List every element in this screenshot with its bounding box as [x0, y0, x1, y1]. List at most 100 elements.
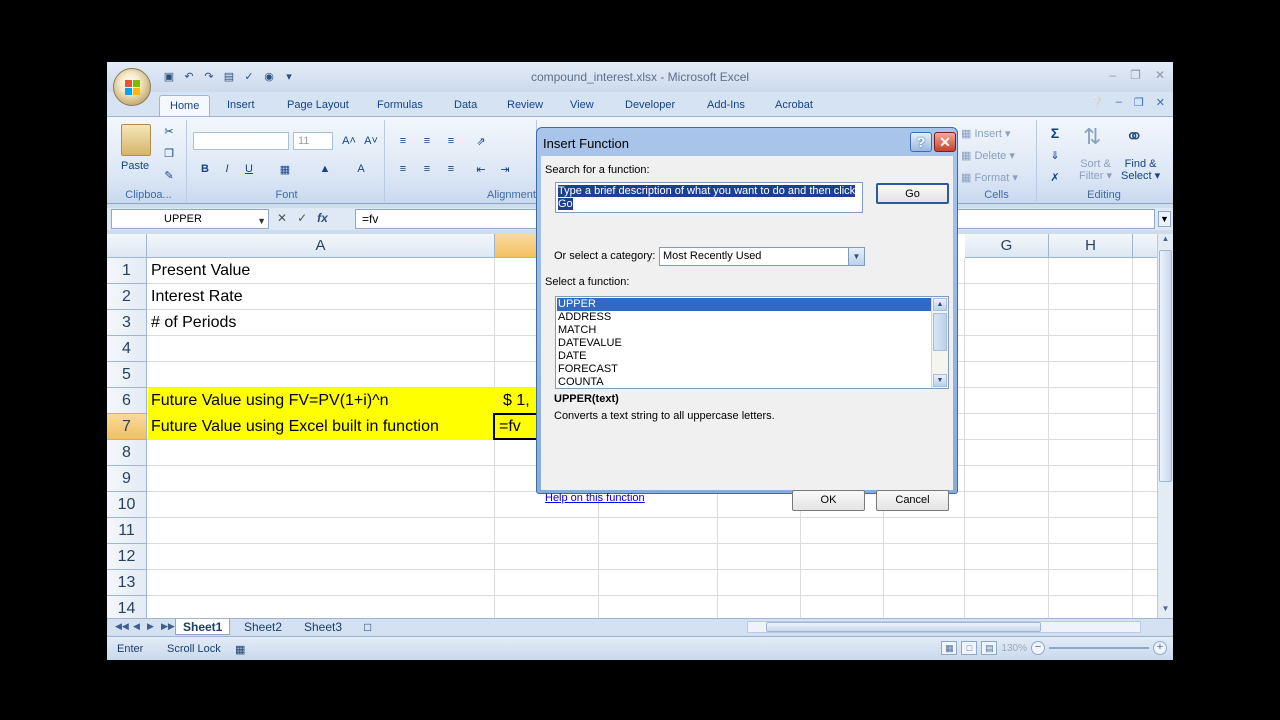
last-sheet-icon[interactable]: ▶▶: [161, 621, 175, 632]
row-header[interactable]: 10: [107, 492, 147, 518]
scroll-thumb[interactable]: [933, 313, 947, 351]
zoom-in-icon[interactable]: +: [1153, 641, 1167, 655]
first-sheet-icon[interactable]: ◀◀: [115, 621, 129, 632]
tab-developer[interactable]: Developer: [615, 95, 685, 116]
tab-view[interactable]: View: [560, 95, 604, 116]
insert-function-icon[interactable]: fx: [317, 211, 328, 225]
align-middle-icon[interactable]: ≡: [417, 132, 437, 150]
list-item[interactable]: DATE: [557, 350, 931, 363]
align-left-icon[interactable]: ≡: [393, 160, 413, 178]
cell-a1[interactable]: Present Value: [147, 258, 250, 284]
dialog-close-icon[interactable]: ✕: [934, 132, 956, 152]
align-top-icon[interactable]: ≡: [393, 132, 413, 150]
active-cell-b7[interactable]: =fv: [493, 413, 539, 440]
copy-icon[interactable]: ❐: [159, 144, 179, 162]
list-item[interactable]: FORECAST: [557, 363, 931, 376]
font-name-box[interactable]: [193, 132, 289, 150]
row-header[interactable]: 2: [107, 284, 147, 310]
tab-data[interactable]: Data: [444, 95, 487, 116]
name-box[interactable]: UPPER ▼: [111, 209, 269, 229]
normal-view-icon[interactable]: ▦: [941, 641, 958, 655]
tab-insert[interactable]: Insert: [217, 95, 265, 116]
ok-button[interactable]: OK: [792, 490, 865, 511]
function-list-scrollbar[interactable]: ▲ ▼: [931, 297, 948, 388]
row-header[interactable]: 1: [107, 258, 147, 284]
align-center-icon[interactable]: ≡: [417, 160, 437, 178]
italic-icon[interactable]: I: [217, 160, 237, 178]
prev-sheet-icon[interactable]: ◀: [133, 621, 140, 632]
column-header-i[interactable]: [1133, 234, 1157, 258]
format-cells-button[interactable]: ▦ Format ▾: [961, 171, 1018, 184]
cell-a3[interactable]: # of Periods: [147, 310, 236, 336]
ribbon-minimize-icon[interactable]: –: [1116, 96, 1122, 109]
minimize-icon[interactable]: –: [1109, 68, 1116, 82]
sheet-tab-sheet2[interactable]: Sheet2: [237, 619, 289, 635]
row-header[interactable]: 5: [107, 362, 147, 388]
chevron-down-icon[interactable]: ▼: [257, 212, 266, 230]
tab-formulas[interactable]: Formulas: [367, 95, 433, 116]
row-header[interactable]: 9: [107, 466, 147, 492]
shrink-font-icon[interactable]: A˅: [361, 132, 381, 150]
cell-a6[interactable]: Future Value using FV=PV(1+i)^n: [147, 388, 389, 414]
zoom-out-icon[interactable]: −: [1031, 641, 1045, 655]
tab-page-layout[interactable]: Page Layout: [277, 95, 359, 116]
cancel-entry-icon[interactable]: ✕: [277, 211, 287, 225]
delete-cells-button[interactable]: ▦ Delete ▾: [961, 149, 1015, 162]
page-break-view-icon[interactable]: ▤: [981, 641, 998, 655]
category-select[interactable]: Most Recently Used ▼: [659, 247, 865, 266]
insert-cells-button[interactable]: ▦ Insert ▾: [961, 127, 1011, 140]
horizontal-scrollbar[interactable]: [747, 621, 1141, 633]
paste-button[interactable]: Paste: [121, 160, 149, 172]
scroll-up-icon[interactable]: ▲: [933, 298, 947, 311]
row-header[interactable]: 11: [107, 518, 147, 544]
macro-record-icon[interactable]: ▦: [235, 643, 245, 656]
dialog-help-icon[interactable]: ?: [910, 132, 932, 152]
page-layout-view-icon[interactable]: □: [961, 641, 978, 655]
cell-a7[interactable]: Future Value using Excel built in functi…: [147, 414, 439, 440]
font-size-box[interactable]: 11: [293, 132, 333, 150]
column-header-g[interactable]: G: [965, 234, 1049, 258]
cut-icon[interactable]: ✂: [159, 122, 179, 140]
underline-icon[interactable]: U: [239, 160, 259, 178]
orientation-icon[interactable]: ⇗: [471, 132, 491, 150]
zoom-level[interactable]: 130%: [1001, 643, 1027, 654]
row-header[interactable]: 12: [107, 544, 147, 570]
scroll-up-icon[interactable]: ▲: [1158, 234, 1173, 248]
go-button[interactable]: Go: [876, 183, 949, 204]
list-item[interactable]: COUNTA: [557, 376, 931, 388]
row-header[interactable]: 14: [107, 596, 147, 618]
office-button[interactable]: [113, 68, 151, 106]
enter-entry-icon[interactable]: ✓: [297, 211, 307, 225]
help-on-function-link[interactable]: Help on this function: [545, 492, 645, 504]
format-painter-icon[interactable]: ✎: [159, 166, 179, 184]
column-header-h[interactable]: H: [1049, 234, 1133, 258]
align-bottom-icon[interactable]: ≡: [441, 132, 461, 150]
row-header[interactable]: 13: [107, 570, 147, 596]
find-select-button[interactable]: Find & Select ▾: [1121, 158, 1160, 182]
paste-icon[interactable]: [121, 124, 151, 156]
row-header[interactable]: 8: [107, 440, 147, 466]
insert-sheet-icon[interactable]: □: [357, 619, 378, 635]
cell-b6[interactable]: $ 1,: [499, 388, 530, 414]
restore-icon[interactable]: ❐: [1130, 68, 1141, 82]
tab-acrobat[interactable]: Acrobat: [765, 95, 823, 116]
tab-review[interactable]: Review: [497, 95, 553, 116]
clear-icon[interactable]: ✗: [1045, 168, 1065, 186]
borders-icon[interactable]: ▦: [275, 160, 295, 178]
cell-a2[interactable]: Interest Rate: [147, 284, 243, 310]
hscroll-thumb[interactable]: [766, 622, 1041, 632]
decrease-indent-icon[interactable]: ⇤: [471, 160, 491, 178]
vertical-scrollbar[interactable]: ▲ ▼: [1157, 234, 1173, 618]
list-item-upper[interactable]: UPPER: [557, 298, 931, 311]
font-color-icon[interactable]: A: [351, 160, 371, 178]
column-header-a[interactable]: A: [147, 234, 495, 258]
row-header[interactable]: 7: [107, 414, 147, 440]
select-all-corner[interactable]: [107, 234, 147, 258]
fill-color-icon[interactable]: ▲: [315, 160, 335, 178]
tab-add-ins[interactable]: Add-Ins: [697, 95, 755, 116]
expand-formula-bar-icon[interactable]: ▼: [1158, 211, 1171, 227]
grow-font-icon[interactable]: A˄: [339, 132, 359, 150]
scroll-thumb[interactable]: [1159, 250, 1172, 482]
zoom-slider[interactable]: [1049, 647, 1149, 649]
scroll-down-icon[interactable]: ▼: [933, 374, 947, 387]
